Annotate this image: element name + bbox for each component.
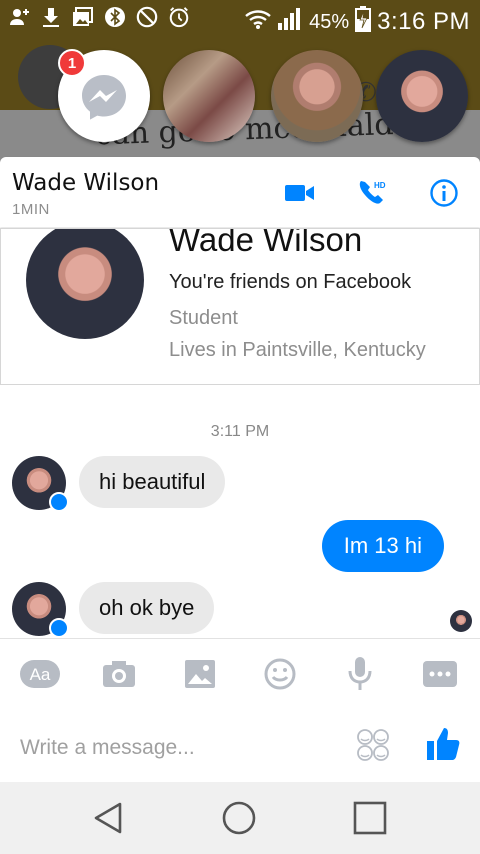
profile-name: Wade Wilson <box>169 228 363 258</box>
voice-button[interactable] <box>340 654 380 694</box>
message-timestamp: 3:11 PM <box>210 423 270 440</box>
friend-status: You're friends on Facebook <box>169 271 412 293</box>
signal-icon <box>277 7 303 37</box>
seen-indicator-avatar <box>450 610 472 632</box>
thumbs-up-icon <box>427 728 460 760</box>
composer-toolbar: Aa <box>0 648 480 700</box>
add-person-icon <box>8 6 30 28</box>
battery-percent: 45% <box>309 10 350 33</box>
stickers-icon <box>357 729 389 761</box>
home-circle-icon <box>222 801 256 835</box>
hd-voice-call-button[interactable]: HD <box>356 177 388 209</box>
last-active: 1MIN <box>12 201 50 218</box>
like-button[interactable] <box>426 726 460 767</box>
text-format-button[interactable]: Aa <box>20 654 60 694</box>
profile-card: Wade Wilson You're friends on Facebook S… <box>0 228 480 385</box>
more-options-button[interactable] <box>420 654 460 694</box>
video-camera-icon <box>285 185 314 201</box>
message-input[interactable] <box>18 730 342 766</box>
alarm-icon <box>168 6 190 28</box>
conversation-header: Wade Wilson 1MIN HD <box>0 157 480 227</box>
wifi-icon <box>245 9 271 35</box>
photos-icon <box>72 6 94 28</box>
clock: 3:16 PM <box>377 8 470 35</box>
home-button[interactable] <box>219 798 259 838</box>
text-format-label: Aa <box>30 665 51 684</box>
video-call-button[interactable] <box>284 177 316 209</box>
conversation-info-button[interactable] <box>428 177 460 209</box>
phone-hd-icon: HD <box>359 181 386 204</box>
chat-heads-row: ✆ 1 <box>0 45 480 155</box>
unread-badge: 1 <box>58 49 86 77</box>
svg-text:HD: HD <box>374 181 386 190</box>
chat-head-avatar-active[interactable] <box>376 50 468 142</box>
divider <box>0 638 480 639</box>
microphone-icon <box>348 657 372 690</box>
navigation-bar <box>0 782 480 854</box>
compose-bar <box>0 710 480 782</box>
stickers-button[interactable] <box>356 728 390 767</box>
location: Lives in Paintsville, Kentucky <box>169 339 426 361</box>
back-triangle-icon <box>94 802 122 834</box>
smiley-icon <box>264 658 296 690</box>
profile-avatar[interactable] <box>26 229 144 339</box>
contact-name[interactable]: Wade Wilson <box>12 170 159 196</box>
back-button[interactable] <box>88 798 128 838</box>
download-icon <box>40 6 62 28</box>
messenger-badge-icon <box>49 618 69 638</box>
camera-button[interactable] <box>99 654 139 694</box>
bluetooth-icon <box>104 6 126 28</box>
do-not-disturb-icon <box>136 6 158 28</box>
incoming-message[interactable]: hi beautiful <box>79 456 226 508</box>
incoming-message[interactable]: oh ok bye <box>79 582 215 634</box>
image-icon <box>185 660 215 688</box>
battery-charging-icon <box>355 6 372 38</box>
more-icon <box>423 661 457 687</box>
emoji-button[interactable] <box>260 654 300 694</box>
recents-button[interactable] <box>350 798 390 838</box>
chat-head-avatar[interactable] <box>163 50 255 142</box>
status-bar: 45% 3:16 PM <box>0 0 480 40</box>
gallery-button[interactable] <box>180 654 220 694</box>
outgoing-message[interactable]: Im 13 hi <box>321 520 444 572</box>
recents-square-icon <box>353 801 387 835</box>
messenger-badge-icon <box>49 492 69 512</box>
messenger-icon <box>82 75 126 120</box>
info-icon <box>430 179 458 207</box>
occupation: Student <box>169 307 238 329</box>
chat-head-avatar[interactable] <box>271 50 363 142</box>
camera-icon <box>103 661 135 687</box>
